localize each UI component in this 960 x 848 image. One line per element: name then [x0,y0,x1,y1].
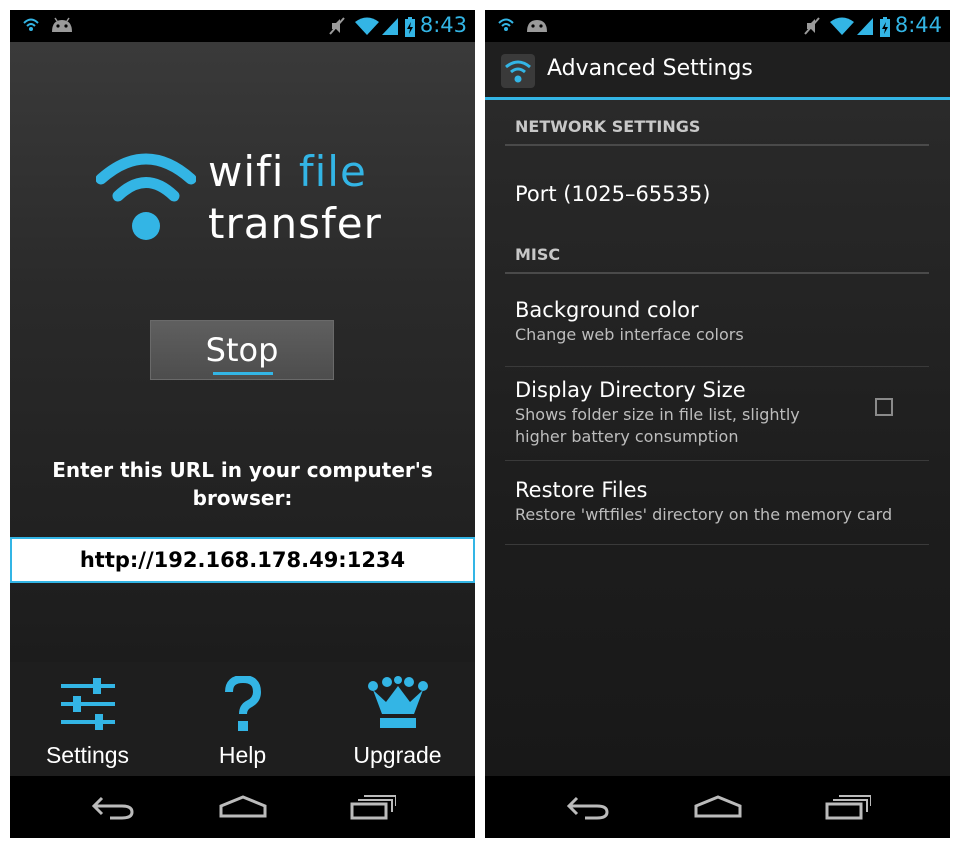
wifi-notification-icon [23,18,39,31]
wifi-signal-icon [355,17,379,35]
help-button[interactable]: Help [165,662,320,776]
help-label: Help [218,742,267,768]
home-icon[interactable] [218,794,268,820]
settings-screen: 8:44 Advanced Settings NETWORK SETTINGS … [485,10,950,838]
recent-apps-icon[interactable] [350,794,396,820]
restore-files-title: Restore Files [515,478,648,502]
app-logo-text: wifi file transfer [208,146,382,250]
url-instruction: Enter this URL in your computer's browse… [52,458,433,510]
server-url[interactable]: http://192.168.178.49:1234 [10,537,475,583]
divider [505,366,929,367]
logo-word-file: file [298,147,367,196]
android-icon [52,17,72,32]
app-icon[interactable] [501,54,535,88]
restore-files-setting[interactable]: Restore Files Restore 'wftfiles' directo… [505,476,929,526]
upgrade-button[interactable]: Upgrade [320,662,475,776]
page-title: Advanced Settings [547,56,753,81]
directory-size-checkbox[interactable] [875,398,893,416]
cell-signal-icon [382,18,398,35]
directory-size-summary-line2: higher battery consumption [515,427,739,446]
crown-icon [367,676,428,728]
wifi-logo-icon [96,153,196,240]
clock: 8:44 [894,13,942,37]
mute-icon [329,17,345,35]
back-icon[interactable] [90,794,136,820]
upgrade-label: Upgrade [353,742,442,768]
wifi-notification-icon [498,18,514,31]
settings-sliders-icon [60,678,115,730]
logo-word-wifi: wifi [208,147,285,196]
background-color-title: Background color [515,298,699,322]
navigation-bar [10,776,475,838]
stop-button[interactable]: Stop [150,320,334,380]
logo-word-transfer: transfer [208,199,382,248]
directory-size-summary-line1: Shows folder size in file list, slightly [515,405,800,424]
stop-button-label: Stop [205,331,279,369]
port-title: Port (1025–65535) [515,182,711,206]
background-color-setting[interactable]: Background color Change web interface co… [505,296,929,346]
wifi-signal-icon [830,17,854,35]
home-icon[interactable] [693,794,743,820]
status-bar: 8:43 [10,10,475,42]
settings-list: NETWORK SETTINGS Port (1025–65535) MISC … [485,100,950,776]
navigation-bar [485,776,950,838]
divider [505,460,929,461]
section-header-network: NETWORK SETTINGS [505,112,929,146]
question-mark-icon [224,676,261,731]
back-icon[interactable] [565,794,611,820]
focus-indicator [213,372,273,375]
settings-label: Settings [45,742,130,768]
divider [505,544,929,545]
recent-apps-icon[interactable] [825,794,871,820]
directory-size-setting[interactable]: Display Directory Size Shows folder size… [505,376,929,448]
restore-files-summary: Restore 'wftfiles' directory on the memo… [515,505,893,524]
status-bar: 8:44 [485,10,950,42]
section-header-misc: MISC [505,240,929,274]
cell-signal-icon [857,18,873,35]
main-screen: 8:43 wifi file transfer Stop Enter this … [10,10,475,838]
settings-button[interactable]: Settings [10,662,165,776]
port-setting[interactable]: Port (1025–65535) [505,180,929,208]
action-bar: Advanced Settings [485,42,950,100]
main-content: wifi file transfer Stop Enter this URL i… [10,42,475,662]
directory-size-title: Display Directory Size [515,378,746,402]
android-icon [527,20,547,32]
action-toolbar: Settings Help Upgrade [10,662,475,776]
battery-icon [405,17,415,37]
battery-icon [880,17,890,37]
clock: 8:43 [419,13,467,37]
mute-icon [804,17,820,35]
background-color-summary: Change web interface colors [515,325,744,344]
